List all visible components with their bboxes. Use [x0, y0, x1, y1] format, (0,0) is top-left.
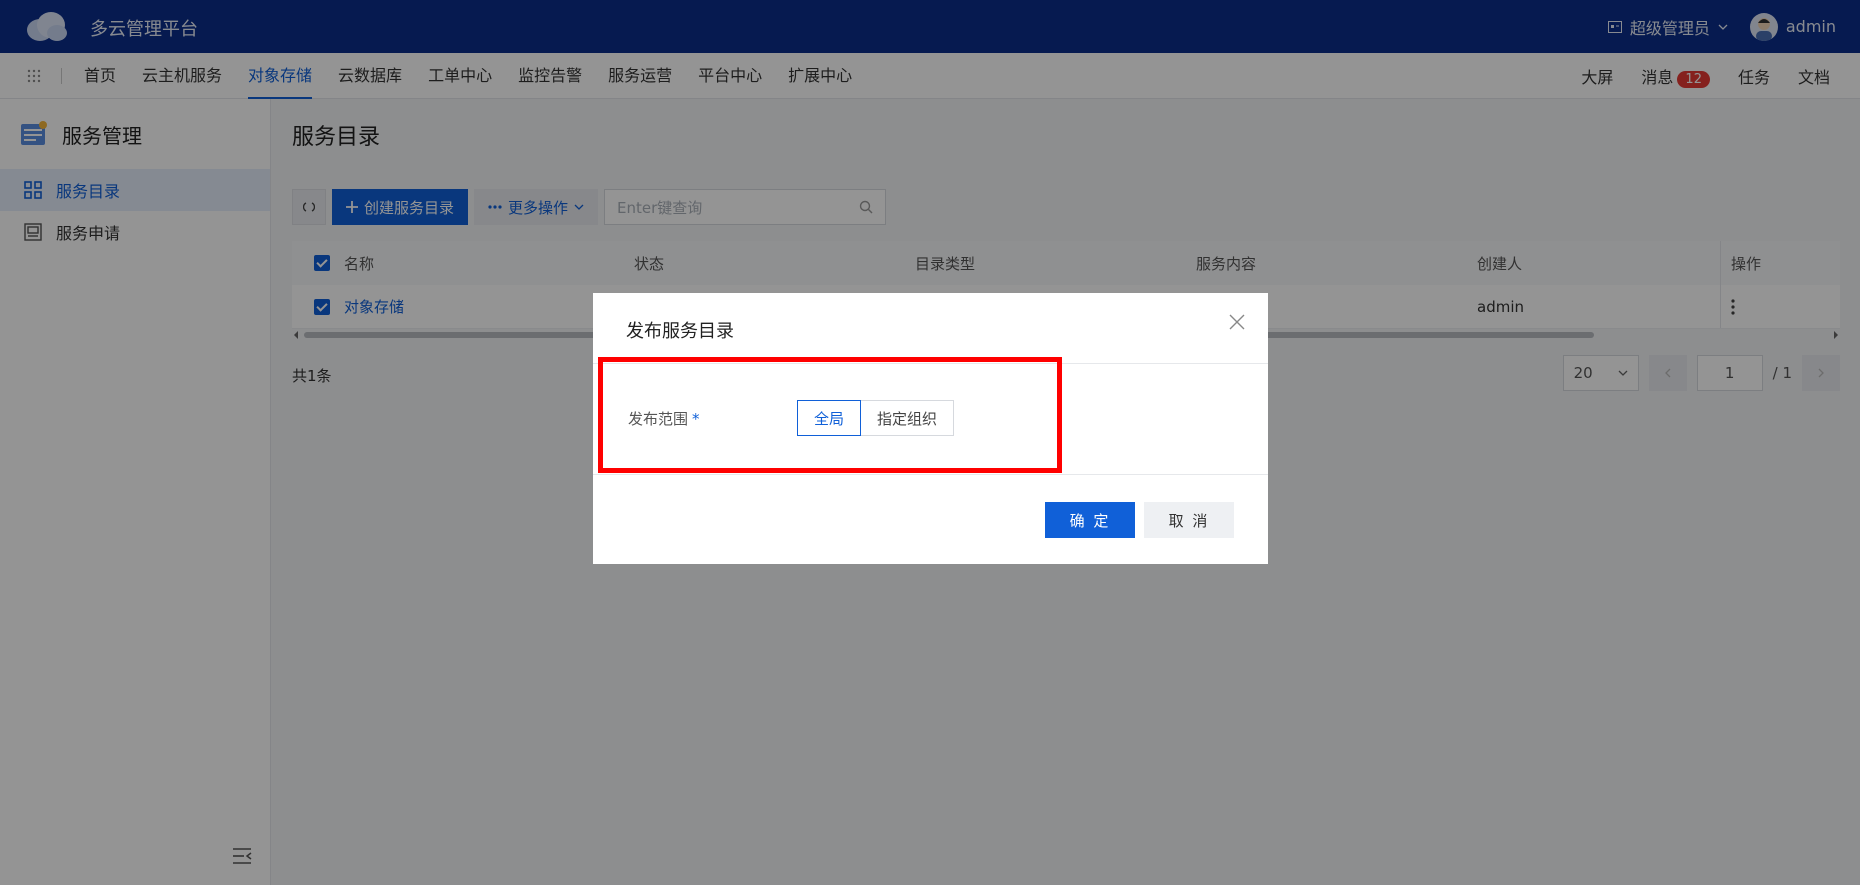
cancel-button[interactable]: 取 消 [1144, 502, 1234, 538]
highlight-box [598, 357, 1062, 473]
dialog-title: 发布服务目录 [626, 321, 734, 342]
dialog-footer-divider [593, 474, 1268, 475]
close-icon[interactable] [1228, 313, 1246, 331]
confirm-button[interactable]: 确 定 [1045, 502, 1135, 538]
